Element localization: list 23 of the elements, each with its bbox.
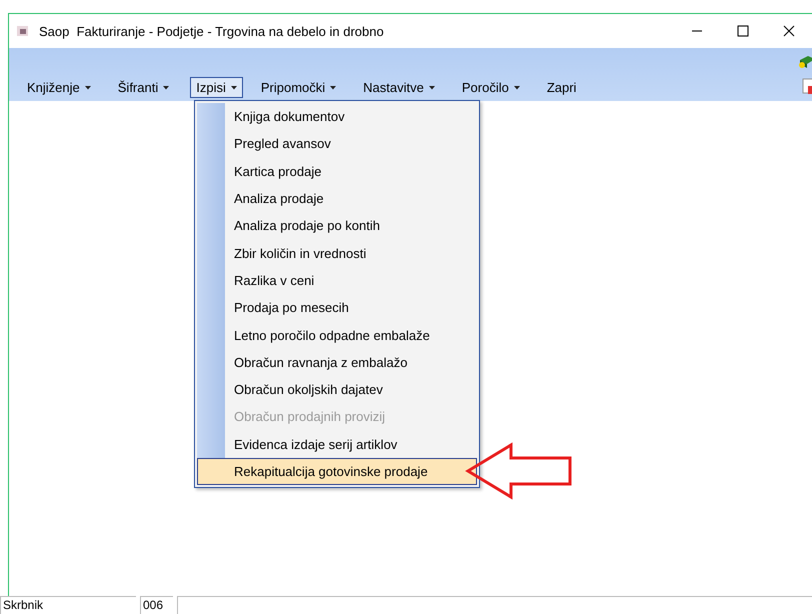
menu-item[interactable]: Knjiženje xyxy=(21,77,97,98)
menu-option[interactable]: Rekapitualcija gotovinske prodaje xyxy=(197,458,477,486)
menu-option[interactable]: Obračun ravnanja z embalažo xyxy=(197,348,477,376)
menu-option[interactable]: Obračun okoljskih dajatev xyxy=(197,376,477,404)
menu-option[interactable]: Evidenca izdaje serij artiklov xyxy=(197,430,477,458)
menu-option[interactable]: Analiza prodaje po kontih xyxy=(197,212,477,240)
menu-item[interactable]: Pripomočki xyxy=(254,77,342,98)
menu-item[interactable]: Nastavitve xyxy=(357,77,441,98)
menu-option[interactable]: Razlika v ceni xyxy=(197,266,477,294)
menu-item[interactable]: Šifranti xyxy=(112,77,176,98)
status-user: Skrbnik xyxy=(0,596,136,614)
window-title: Saop Fakturiranje - Podjetje - Trgovina na debelo in drobno xyxy=(39,24,385,38)
menu-option[interactable]: Pregled avansov xyxy=(197,130,477,158)
status-code: 006 xyxy=(140,596,173,614)
menu-option[interactable]: Knjiga dokumentov xyxy=(197,103,477,130)
menu-option[interactable]: Zbir količin in vrednosti xyxy=(197,239,477,267)
menu-option[interactable]: Letno poročilo odpadne embalaže xyxy=(197,321,477,349)
menu-option[interactable]: Prodaja po mesecih xyxy=(197,294,477,322)
menu-item[interactable]: Zapri xyxy=(540,77,582,98)
menu-option[interactable]: Analiza prodaje xyxy=(197,184,477,212)
menu-item[interactable]: Poročilo xyxy=(456,77,526,98)
menu-option[interactable]: Kartica prodaje xyxy=(197,158,477,185)
menu-item[interactable]: Izpisi xyxy=(190,77,243,98)
